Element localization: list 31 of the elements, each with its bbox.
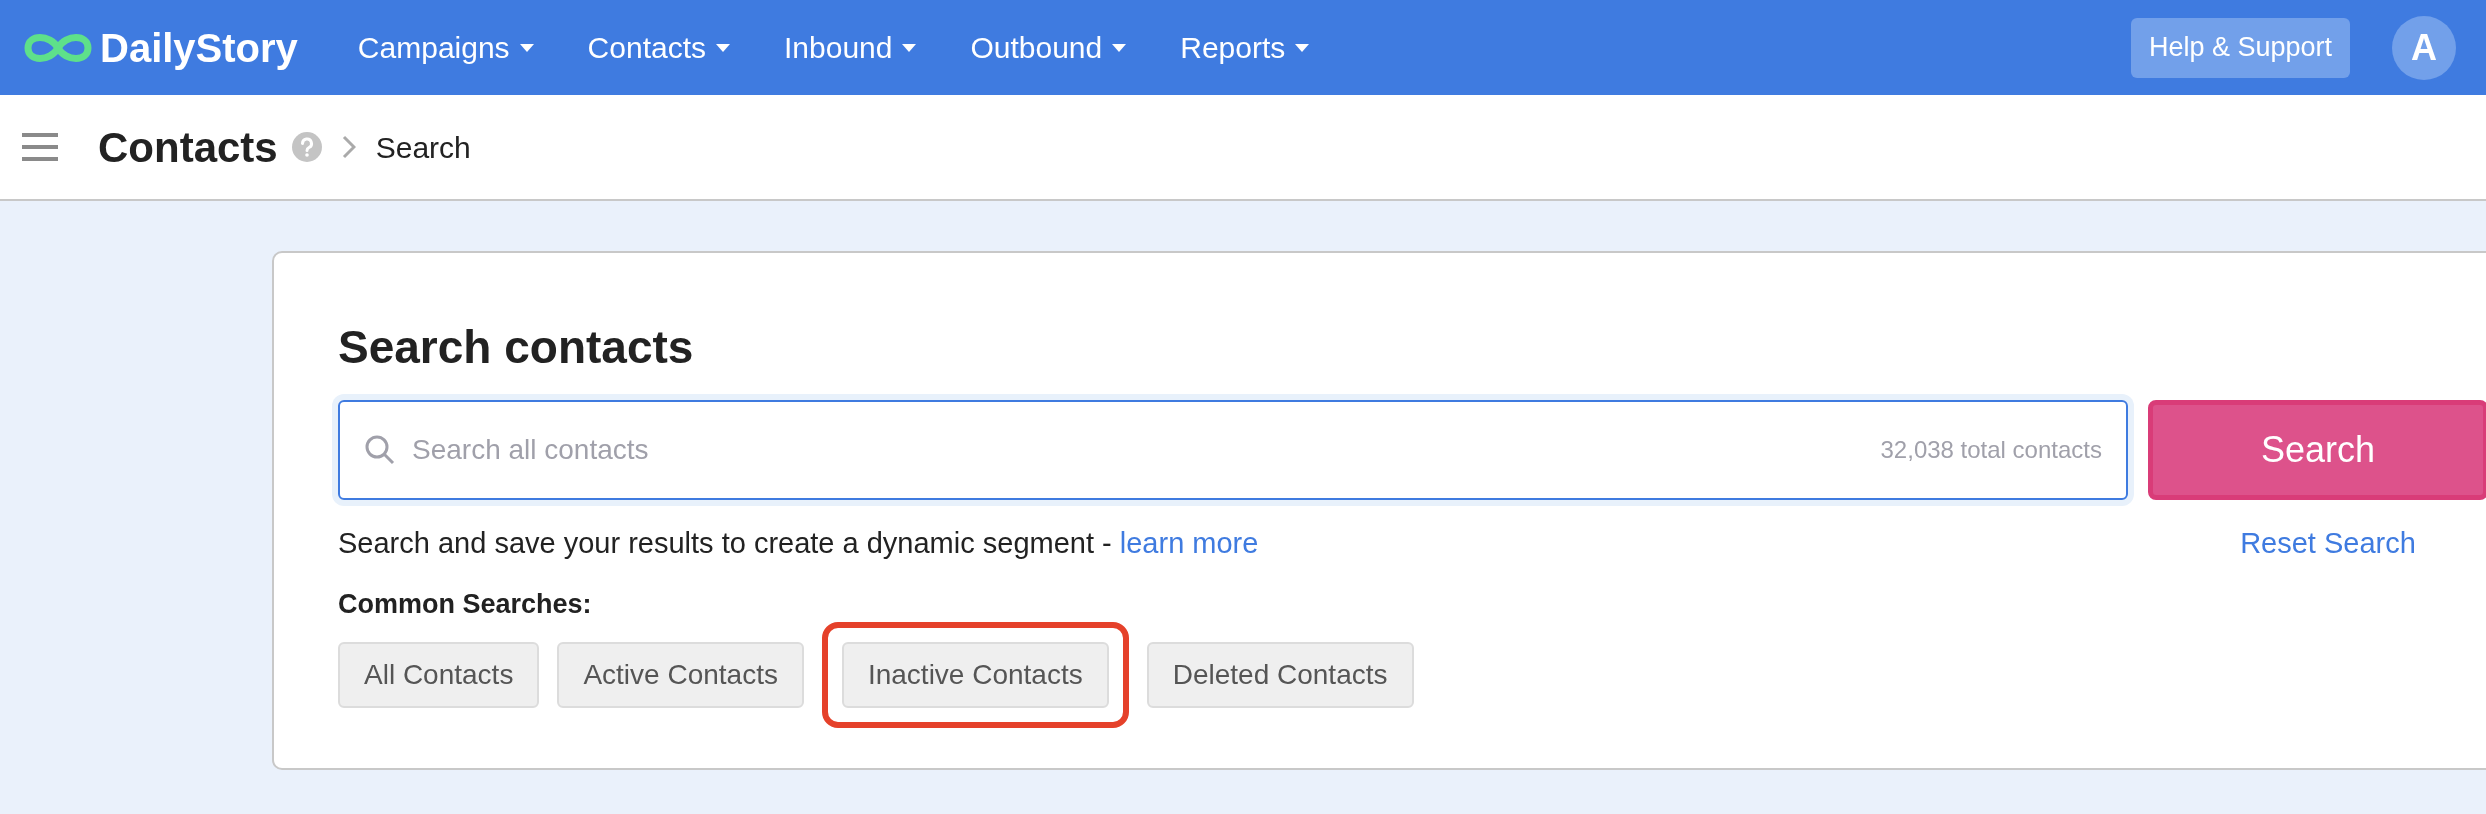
search-field[interactable]: Search all contacts — [412, 429, 1865, 471]
caret-down-icon — [902, 43, 917, 52]
menu-icon[interactable] — [22, 132, 58, 162]
total-contacts-count: 32,038 total contacts — [1880, 435, 2102, 465]
card-title: Search contacts — [338, 320, 695, 375]
caret-down-icon — [716, 43, 730, 52]
nav-menu-item[interactable]: Contacts — [587, 25, 730, 70]
nav-menu-item[interactable]: Reports — [1180, 25, 1310, 70]
learn-more-link[interactable]: learn more — [1119, 527, 1259, 559]
help-support-button[interactable]: Help & Support — [2130, 17, 2350, 78]
common-search-chip[interactable]: Inactive Contacts — [841, 642, 1109, 708]
page-title: Contacts — [98, 122, 278, 173]
description-text: Search and save your results to create a dynamic segment - learn more — [338, 526, 1259, 561]
common-search-chip[interactable]: All Contacts — [338, 642, 540, 708]
caret-down-icon — [519, 43, 534, 52]
reset-search-link[interactable]: Reset Search — [2158, 522, 2486, 566]
nav-menu-item[interactable]: Inbound — [784, 25, 917, 70]
search-icon — [364, 434, 396, 466]
common-search-chip[interactable]: Active Contacts — [557, 642, 804, 708]
nav-menu-item[interactable]: Campaigns — [357, 25, 534, 70]
common-searches-label: Common Searches: — [338, 587, 593, 621]
logo-text: DailyStory — [100, 24, 298, 72]
nav-menu-item[interactable]: Outbound — [970, 25, 1127, 70]
avatar[interactable]: A — [2392, 15, 2456, 80]
breadcrumb-current: Search — [375, 129, 471, 166]
caret-down-icon — [1112, 43, 1127, 52]
caret-down-icon — [1295, 43, 1310, 52]
chevron-right-icon — [341, 135, 356, 159]
search-button[interactable]: Search — [2148, 400, 2486, 500]
help-icon[interactable] — [291, 132, 322, 162]
common-search-chip[interactable]: Deleted Contacts — [1146, 642, 1414, 708]
